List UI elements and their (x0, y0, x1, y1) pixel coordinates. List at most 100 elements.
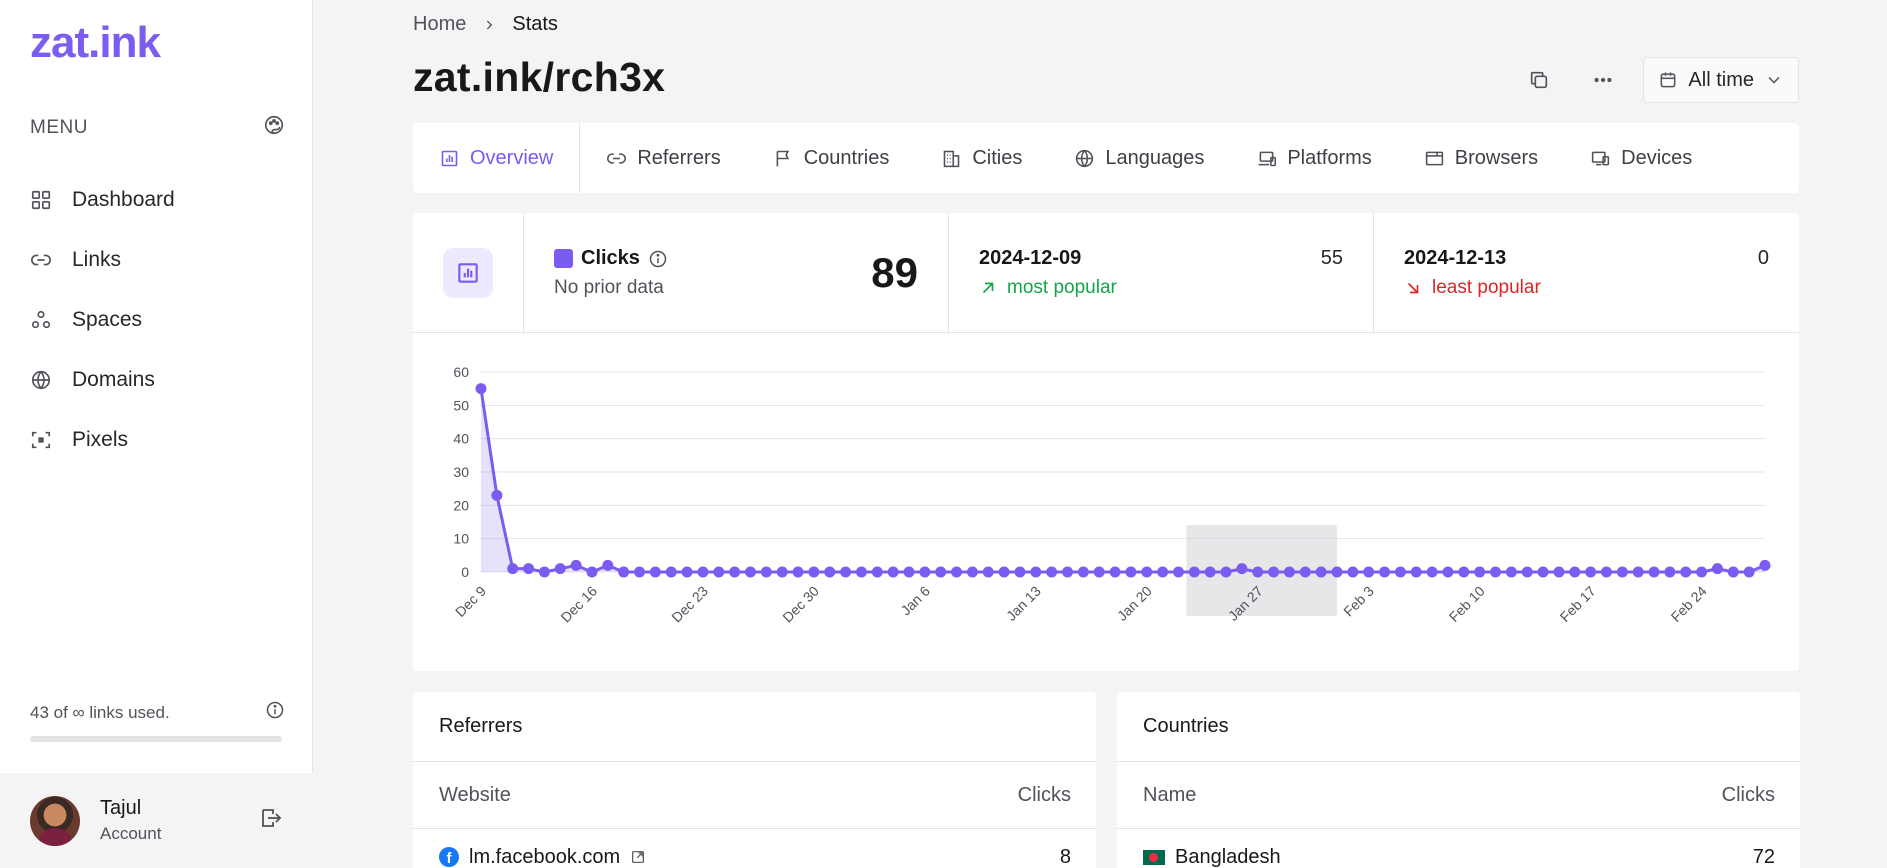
data-point (871, 566, 883, 578)
x-tick-label: Dec 16 (557, 583, 600, 626)
data-point (1268, 566, 1280, 578)
link-icon (607, 152, 627, 164)
data-point (1648, 566, 1660, 578)
kpi-clicks[interactable]: Clicks No prior data 89 (524, 213, 949, 332)
copy-button[interactable] (1515, 58, 1563, 102)
avatar[interactable] (30, 795, 80, 846)
building-icon (944, 150, 960, 167)
links-usage: 43 of ∞ links used. (30, 700, 285, 725)
country-clicks: 72 (1752, 845, 1775, 868)
kpi-least-popular: 2024-12-13 0 least popular (1374, 213, 1799, 332)
kpi-most-popular: 2024-12-09 55 most popular (949, 213, 1374, 332)
tab-label: Browsers (1454, 146, 1539, 169)
tab-platforms[interactable]: Platforms (1230, 123, 1397, 193)
browser-window-icon (1425, 151, 1443, 165)
account-footer: Tajul Account (0, 773, 313, 868)
tab-languages[interactable]: Languages (1048, 123, 1230, 193)
breadcrumb-home[interactable]: Home (413, 13, 466, 36)
sidebar-item-dashboard[interactable]: Dashboard (30, 170, 285, 230)
copy-icon (1531, 71, 1548, 89)
monitor-phone-icon (1591, 151, 1610, 165)
breadcrumb-current: Stats (512, 13, 558, 35)
menu-label: MENU (30, 116, 88, 138)
series-swatch (554, 249, 573, 268)
stats-tabs: Overview Referrers Countries Cities Lang… (413, 123, 1799, 193)
column-header-clicks: Clicks (1721, 783, 1775, 806)
info-icon[interactable] (648, 249, 668, 269)
date-range-button[interactable]: All time (1643, 57, 1799, 103)
data-point (1014, 566, 1026, 578)
tab-label: Referrers (637, 146, 721, 169)
y-tick-label: 20 (453, 497, 469, 513)
logout-icon[interactable] (259, 806, 283, 835)
data-point (1711, 563, 1723, 575)
data-point (1141, 566, 1153, 578)
menu-header: MENU (30, 114, 285, 141)
data-point (681, 566, 693, 578)
data-point (1220, 566, 1232, 578)
tab-overview[interactable]: Overview (413, 123, 581, 193)
tab-cities[interactable]: Cities (915, 123, 1048, 193)
sidebar-item-pixels[interactable]: Pixels (30, 410, 285, 470)
data-point (1157, 566, 1169, 578)
tab-label: Overview (470, 146, 554, 169)
data-point (1315, 566, 1327, 578)
x-tick-label: Feb 24 (1668, 583, 1710, 625)
clicks-total: 89 (871, 249, 918, 296)
data-point (951, 566, 963, 578)
data-point (1458, 566, 1470, 578)
x-tick-label: Jan 6 (897, 583, 933, 619)
x-tick-label: Jan 20 (1114, 583, 1155, 624)
data-point (792, 566, 804, 578)
x-tick-label: Feb 3 (1340, 583, 1377, 620)
clicks-chart[interactable]: 0 10 20 30 40 50 60 Dec 9 Dec 16 Dec 23 Dec 30 Jan … (413, 334, 1799, 671)
table-row[interactable]: Bangladesh 72 (1117, 829, 1800, 868)
spaces-icon (31, 310, 51, 329)
column-header-name: Name (1143, 783, 1197, 806)
data-point (713, 566, 725, 578)
sidebar-item-domains[interactable]: Domains (30, 350, 285, 410)
x-tick-label: Dec 23 (668, 583, 711, 626)
sidebar-item-spaces[interactable]: Spaces (30, 290, 285, 350)
data-point (1521, 566, 1533, 578)
clicks-label: Clicks (581, 247, 640, 269)
referrers-panel: Referrers Website Clicks f lm.facebook.c… (413, 692, 1096, 868)
sidebar: zat.ink MENU Dashboard Links Spaces Doma… (0, 0, 313, 868)
table-header: Name Clicks (1117, 762, 1800, 829)
data-point (570, 559, 582, 571)
data-point (1363, 566, 1375, 578)
y-tick-label: 30 (453, 464, 469, 480)
data-point (855, 566, 867, 578)
sidebar-item-links[interactable]: Links (30, 230, 285, 290)
series-line (479, 388, 1766, 574)
header-actions: All time (1515, 57, 1799, 103)
data-point (1743, 566, 1755, 578)
tab-label: Languages (1105, 146, 1205, 169)
tab-referrers[interactable]: Referrers (580, 123, 746, 193)
panel-title: Referrers (413, 692, 1096, 762)
usage-text: 43 of ∞ links used. (30, 702, 170, 722)
palette-icon[interactable] (263, 114, 285, 141)
referrer-name[interactable]: lm.facebook.com (469, 846, 620, 868)
more-horizontal-icon (1594, 77, 1612, 83)
tab-countries[interactable]: Countries (747, 123, 916, 193)
info-icon[interactable] (265, 700, 285, 725)
most-popular-value: 55 (1320, 247, 1343, 269)
tab-devices[interactable]: Devices (1564, 123, 1718, 193)
data-point (1394, 566, 1406, 578)
data-point (1680, 566, 1692, 578)
bar-chart-icon (441, 150, 458, 166)
table-row[interactable]: f lm.facebook.com 8 (413, 829, 1096, 868)
external-link-icon[interactable] (630, 849, 646, 865)
more-button[interactable] (1579, 58, 1627, 102)
devices-icon (1258, 151, 1277, 166)
sidebar-item-label: Domains (72, 368, 155, 391)
data-point (982, 566, 994, 578)
app-logo[interactable]: zat.ink (30, 18, 161, 68)
data-point (665, 566, 677, 578)
data-point (966, 566, 978, 578)
flag-icon (776, 150, 789, 166)
tab-browsers[interactable]: Browsers (1398, 123, 1564, 193)
arrow-down-right-icon (1407, 282, 1419, 294)
data-point (1426, 566, 1438, 578)
